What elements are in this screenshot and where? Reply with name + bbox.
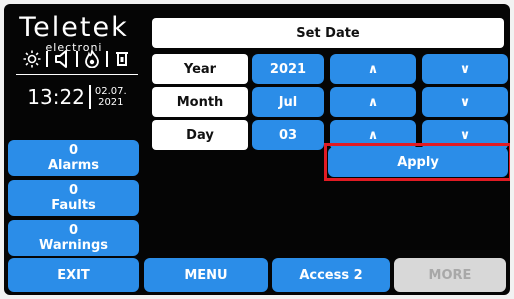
day-value[interactable]: 03 [252, 120, 324, 150]
bell-icon [112, 49, 132, 69]
warnings-label: Warnings [38, 238, 109, 253]
chevron-up-icon: ∧ [367, 61, 379, 77]
chevron-down-icon: ∨ [459, 94, 471, 110]
year-down-button[interactable]: ∨ [422, 54, 508, 84]
month-down-button[interactable]: ∨ [422, 87, 508, 117]
month-up-button[interactable]: ∧ [330, 87, 416, 117]
warnings-button[interactable]: 0 Warnings [8, 220, 139, 256]
faults-count: 0 [68, 183, 79, 198]
status-divider [46, 51, 48, 67]
clock: 13:22 02.07. 2021 [14, 78, 140, 116]
chevron-up-icon: ∧ [367, 94, 379, 110]
clock-time: 13:22 [27, 85, 85, 109]
fire-icon [82, 49, 102, 69]
apply-highlight [324, 143, 510, 181]
clock-date-day: 02.07. [94, 86, 127, 97]
alarms-button[interactable]: 0 Alarms [8, 140, 139, 176]
warnings-count: 0 [68, 223, 79, 238]
faults-button[interactable]: 0 Faults [8, 180, 139, 216]
panel-title: Set Date [152, 18, 504, 48]
day-label: Day [152, 120, 248, 150]
clock-date: 02.07. 2021 [95, 86, 127, 108]
chevron-up-icon: ∧ [367, 127, 379, 143]
year-value[interactable]: 2021 [252, 54, 324, 84]
clock-divider [88, 85, 91, 109]
speaker-icon [52, 49, 72, 69]
month-label: Month [152, 87, 248, 117]
alarms-count: 0 [68, 143, 79, 158]
year-label: Year [152, 54, 248, 84]
access-level-button[interactable]: Access 2 [272, 258, 390, 292]
clock-date-year: 2021 [98, 97, 124, 108]
brand-name: Teletek [19, 12, 129, 43]
month-value[interactable]: Jul [252, 87, 324, 117]
status-icons [12, 48, 142, 70]
exit-button[interactable]: EXIT [8, 258, 139, 292]
menu-button[interactable]: MENU [144, 258, 268, 292]
alarms-label: Alarms [48, 158, 99, 173]
chevron-down-icon: ∨ [459, 61, 471, 77]
faults-label: Faults [51, 198, 96, 213]
status-divider [106, 51, 108, 67]
status-divider [76, 51, 78, 67]
year-up-button[interactable]: ∧ [330, 54, 416, 84]
sun-icon [22, 49, 42, 69]
device-screen: Teletek electroni 13:22 02.07. 2021 0 Al… [4, 4, 510, 295]
status-underline [16, 74, 138, 75]
chevron-down-icon: ∨ [459, 127, 471, 143]
more-button[interactable]: MORE [394, 258, 506, 292]
